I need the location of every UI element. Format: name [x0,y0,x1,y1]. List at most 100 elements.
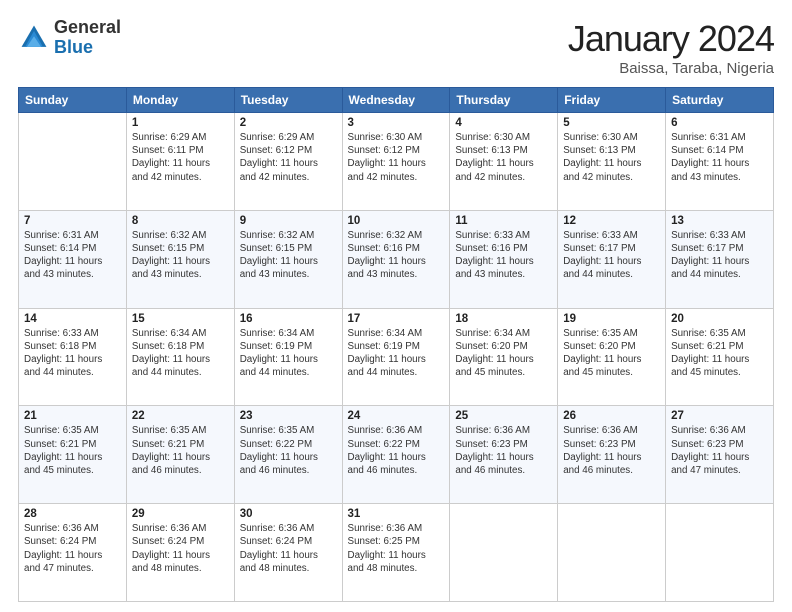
title-block: January 2024 Baissa, Taraba, Nigeria [568,18,774,77]
table-row: 27 Sunrise: 6:36 AM Sunset: 6:23 PM Dayli… [666,406,774,504]
day-number: 17 [348,313,445,325]
day-info: Sunrise: 6:31 AM Sunset: 6:14 PM Dayligh… [24,229,121,282]
day-number: 27 [671,410,768,422]
table-row [19,113,127,211]
logo-icon [18,22,50,54]
day-number: 18 [455,313,552,325]
header-wednesday: Wednesday [342,88,450,113]
table-row: 4 Sunrise: 6:30 AM Sunset: 6:13 PM Daylig… [450,113,558,211]
logo-blue: Blue [54,37,93,57]
table-row: 17 Sunrise: 6:34 AM Sunset: 6:19 PM Dayli… [342,308,450,406]
table-row [558,504,666,602]
day-info: Sunrise: 6:30 AM Sunset: 6:13 PM Dayligh… [563,131,660,184]
calendar-table: Sunday Monday Tuesday Wednesday Thursday… [18,87,774,602]
day-number: 29 [132,508,229,520]
day-number: 9 [240,215,337,227]
day-number: 6 [671,117,768,129]
table-row: 31 Sunrise: 6:36 AM Sunset: 6:25 PM Dayli… [342,504,450,602]
day-number: 26 [563,410,660,422]
table-row: 3 Sunrise: 6:30 AM Sunset: 6:12 PM Daylig… [342,113,450,211]
table-row: 15Sunrise: 6:34 AM Sunset: 6:18 PM Dayli… [126,308,234,406]
day-number: 24 [348,410,445,422]
day-info: Sunrise: 6:34 AM Sunset: 6:19 PM Dayligh… [240,327,337,380]
logo-general: General [54,17,121,37]
day-number: 13 [671,215,768,227]
day-info: Sunrise: 6:36 AM Sunset: 6:23 PM Dayligh… [671,424,768,477]
table-row: 23 Sunrise: 6:35 AM Sunset: 6:22 PM Dayli… [234,406,342,504]
table-row: 6Sunrise: 6:31 AM Sunset: 6:14 PM Daylig… [666,113,774,211]
day-info: Sunrise: 6:32 AM Sunset: 6:15 PM Dayligh… [132,229,229,282]
table-row: 12 Sunrise: 6:33 AM Sunset: 6:17 PM Dayli… [558,210,666,308]
day-number: 30 [240,508,337,520]
day-info: Sunrise: 6:33 AM Sunset: 6:18 PM Dayligh… [24,327,121,380]
day-number: 10 [348,215,445,227]
header-thursday: Thursday [450,88,558,113]
table-row: 14Sunrise: 6:33 AM Sunset: 6:18 PM Dayli… [19,308,127,406]
table-row: 24 Sunrise: 6:36 AM Sunset: 6:22 PM Dayli… [342,406,450,504]
day-info: Sunrise: 6:36 AM Sunset: 6:24 PM Dayligh… [240,522,337,575]
day-number: 12 [563,215,660,227]
table-row: 11Sunrise: 6:33 AM Sunset: 6:16 PM Dayli… [450,210,558,308]
table-row: 22 Sunrise: 6:35 AM Sunset: 6:21 PM Dayli… [126,406,234,504]
day-info: Sunrise: 6:36 AM Sunset: 6:22 PM Dayligh… [348,424,445,477]
day-info: Sunrise: 6:33 AM Sunset: 6:17 PM Dayligh… [671,229,768,282]
day-number: 20 [671,313,768,325]
table-row: 19 Sunrise: 6:35 AM Sunset: 6:20 PM Dayli… [558,308,666,406]
table-row: 20 Sunrise: 6:35 AM Sunset: 6:21 PM Dayli… [666,308,774,406]
day-number: 1 [132,117,229,129]
logo: General Blue [18,18,121,58]
day-info: Sunrise: 6:35 AM Sunset: 6:20 PM Dayligh… [563,327,660,380]
table-row: 9Sunrise: 6:32 AM Sunset: 6:15 PM Daylig… [234,210,342,308]
day-info: Sunrise: 6:36 AM Sunset: 6:24 PM Dayligh… [132,522,229,575]
day-info: Sunrise: 6:30 AM Sunset: 6:12 PM Dayligh… [348,131,445,184]
day-info: Sunrise: 6:30 AM Sunset: 6:13 PM Dayligh… [455,131,552,184]
day-info: Sunrise: 6:29 AM Sunset: 6:12 PM Dayligh… [240,131,337,184]
table-row: 10 Sunrise: 6:32 AM Sunset: 6:16 PM Dayli… [342,210,450,308]
table-row: 29 Sunrise: 6:36 AM Sunset: 6:24 PM Dayli… [126,504,234,602]
title-month: January 2024 [568,18,774,60]
day-number: 15 [132,313,229,325]
day-info: Sunrise: 6:35 AM Sunset: 6:21 PM Dayligh… [132,424,229,477]
table-row: 8 Sunrise: 6:32 AM Sunset: 6:15 PM Daylig… [126,210,234,308]
calendar-week-2: 7Sunrise: 6:31 AM Sunset: 6:14 PM Daylig… [19,210,774,308]
day-info: Sunrise: 6:36 AM Sunset: 6:23 PM Dayligh… [455,424,552,477]
day-number: 22 [132,410,229,422]
title-location: Baissa, Taraba, Nigeria [568,60,774,77]
day-info: Sunrise: 6:36 AM Sunset: 6:23 PM Dayligh… [563,424,660,477]
calendar-week-4: 21 Sunrise: 6:35 AM Sunset: 6:21 PM Dayli… [19,406,774,504]
table-row [666,504,774,602]
day-number: 16 [240,313,337,325]
day-info: Sunrise: 6:35 AM Sunset: 6:21 PM Dayligh… [24,424,121,477]
page: General Blue January 2024 Baissa, Taraba… [0,0,792,612]
day-info: Sunrise: 6:36 AM Sunset: 6:25 PM Dayligh… [348,522,445,575]
table-row: 1Sunrise: 6:29 AM Sunset: 6:11 PM Daylig… [126,113,234,211]
header: General Blue January 2024 Baissa, Taraba… [18,18,774,77]
header-friday: Friday [558,88,666,113]
day-info: Sunrise: 6:35 AM Sunset: 6:22 PM Dayligh… [240,424,337,477]
table-row [450,504,558,602]
table-row: 21 Sunrise: 6:35 AM Sunset: 6:21 PM Dayli… [19,406,127,504]
table-row: 28Sunrise: 6:36 AM Sunset: 6:24 PM Dayli… [19,504,127,602]
day-info: Sunrise: 6:33 AM Sunset: 6:17 PM Dayligh… [563,229,660,282]
table-row: 25Sunrise: 6:36 AM Sunset: 6:23 PM Dayli… [450,406,558,504]
table-row: 18 Sunrise: 6:34 AM Sunset: 6:20 PM Dayli… [450,308,558,406]
day-number: 28 [24,508,121,520]
table-row: 5Sunrise: 6:30 AM Sunset: 6:13 PM Daylig… [558,113,666,211]
day-number: 11 [455,215,552,227]
day-number: 23 [240,410,337,422]
day-number: 21 [24,410,121,422]
day-number: 8 [132,215,229,227]
calendar-header-row: Sunday Monday Tuesday Wednesday Thursday… [19,88,774,113]
day-number: 31 [348,508,445,520]
day-info: Sunrise: 6:35 AM Sunset: 6:21 PM Dayligh… [671,327,768,380]
day-number: 4 [455,117,552,129]
day-number: 3 [348,117,445,129]
table-row: 26 Sunrise: 6:36 AM Sunset: 6:23 PM Dayli… [558,406,666,504]
header-saturday: Saturday [666,88,774,113]
day-info: Sunrise: 6:34 AM Sunset: 6:19 PM Dayligh… [348,327,445,380]
day-info: Sunrise: 6:32 AM Sunset: 6:16 PM Dayligh… [348,229,445,282]
logo-text: General Blue [54,18,121,58]
day-number: 19 [563,313,660,325]
day-info: Sunrise: 6:34 AM Sunset: 6:20 PM Dayligh… [455,327,552,380]
header-tuesday: Tuesday [234,88,342,113]
